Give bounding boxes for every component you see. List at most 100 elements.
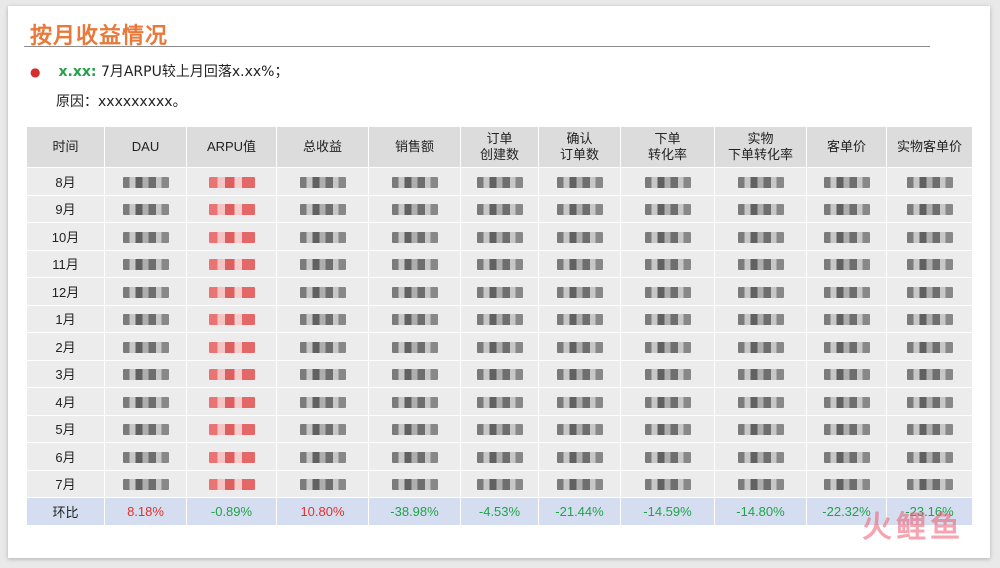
- obscured-value-cell: [460, 277, 539, 306]
- blurred-value: [476, 341, 523, 353]
- blurred-value: [208, 176, 255, 188]
- reason-line: 原因：xxxxxxxxx。: [56, 91, 187, 111]
- obscured-value-cell: [806, 249, 887, 278]
- blurred-value: [823, 396, 870, 408]
- blurred-value: [644, 424, 691, 436]
- blurred-value: [299, 259, 346, 271]
- blurred-value: [906, 479, 953, 491]
- obscured-value-cell: [620, 249, 715, 278]
- blurred-value: [906, 369, 953, 381]
- month-cell: 9月: [26, 194, 105, 223]
- obscured-value-cell: [460, 469, 539, 498]
- blurred-value: [391, 259, 438, 271]
- slide: 按月收益情况 ● x.xx: 7月ARPU较上月回落x.xx%； 原因：xxxxx…: [8, 6, 990, 558]
- obscured-value-cell: [276, 387, 369, 416]
- table-row: 12月: [26, 277, 973, 306]
- obscured-value-cell: [104, 222, 187, 251]
- blurred-value: [122, 231, 169, 243]
- blurred-value: [391, 286, 438, 298]
- blurred-value: [737, 314, 784, 326]
- obscured-value-cell: [538, 222, 621, 251]
- blurred-value: [737, 231, 784, 243]
- obscured-value-cell: [620, 414, 715, 443]
- blurred-value: [391, 204, 438, 216]
- blurred-value: [208, 424, 255, 436]
- obscured-value-cell: [714, 442, 807, 471]
- table-row: 6月: [26, 442, 973, 471]
- ratio-value: -4.53%: [460, 497, 539, 526]
- blurred-value: [737, 341, 784, 353]
- obscured-value-cell: [714, 194, 807, 223]
- blurred-value: [737, 451, 784, 463]
- obscured-value-cell: [806, 442, 887, 471]
- blurred-value: [737, 286, 784, 298]
- ratio-label: 环比: [26, 497, 105, 526]
- obscured-value-cell: [276, 332, 369, 361]
- blurred-value: [906, 231, 953, 243]
- blurred-value: [556, 286, 603, 298]
- obscured-value-cell: [714, 332, 807, 361]
- month-cell: 2月: [26, 332, 105, 361]
- blurred-value: [737, 259, 784, 271]
- reason-label: 原因：: [56, 94, 98, 110]
- blurred-value: [476, 314, 523, 326]
- ratio-value: -0.89%: [186, 497, 277, 526]
- obscured-value-cell: [886, 194, 973, 223]
- blurred-value: [122, 341, 169, 353]
- blurred-value: [823, 369, 870, 381]
- obscured-value-cell: [460, 414, 539, 443]
- obscured-value-cell: [104, 387, 187, 416]
- ratio-value: -14.59%: [620, 497, 715, 526]
- blurred-value: [737, 424, 784, 436]
- blurred-value: [556, 314, 603, 326]
- obscured-value-cell: [620, 442, 715, 471]
- table-row: 7月: [26, 469, 973, 498]
- blurred-value: [737, 396, 784, 408]
- table-row: 11月: [26, 249, 973, 278]
- obscured-value-cell: [104, 194, 187, 223]
- obscured-value-cell: [886, 277, 973, 306]
- obscured-value-cell: [186, 387, 277, 416]
- obscured-value-cell: [460, 387, 539, 416]
- blurred-value: [823, 451, 870, 463]
- month-cell: 4月: [26, 387, 105, 416]
- column-header: 确认 订单数: [538, 126, 621, 168]
- obscured-value-cell: [460, 249, 539, 278]
- obscured-value-cell: [620, 167, 715, 196]
- column-header: ARPU值: [186, 126, 277, 168]
- blurred-value: [299, 396, 346, 408]
- blurred-value: [556, 231, 603, 243]
- obscured-value-cell: [886, 304, 973, 333]
- obscured-value-cell: [620, 387, 715, 416]
- blurred-value: [644, 314, 691, 326]
- obscured-value-cell: [368, 167, 461, 196]
- blurred-value: [208, 341, 255, 353]
- bullet-icon: ●: [30, 65, 41, 79]
- table-row: 2月: [26, 332, 973, 361]
- blurred-value: [644, 204, 691, 216]
- blurred-value: [644, 451, 691, 463]
- blurred-value: [556, 451, 603, 463]
- watermark-logo: 火鲤鱼: [862, 510, 964, 545]
- blurred-value: [644, 259, 691, 271]
- obscured-value-cell: [620, 304, 715, 333]
- obscured-value-cell: [806, 277, 887, 306]
- obscured-value-cell: [186, 304, 277, 333]
- obscured-value-cell: [276, 277, 369, 306]
- obscured-value-cell: [368, 194, 461, 223]
- blurred-value: [122, 369, 169, 381]
- blurred-value: [122, 451, 169, 463]
- blurred-value: [823, 286, 870, 298]
- obscured-value-cell: [368, 222, 461, 251]
- obscured-value-cell: [714, 304, 807, 333]
- blurred-value: [644, 286, 691, 298]
- blurred-value: [823, 204, 870, 216]
- month-cell: 3月: [26, 359, 105, 388]
- blurred-value: [476, 259, 523, 271]
- blurred-value: [476, 479, 523, 491]
- obscured-value-cell: [276, 359, 369, 388]
- obscured-value-cell: [276, 414, 369, 443]
- blurred-value: [122, 314, 169, 326]
- blurred-value: [556, 479, 603, 491]
- obscured-value-cell: [460, 167, 539, 196]
